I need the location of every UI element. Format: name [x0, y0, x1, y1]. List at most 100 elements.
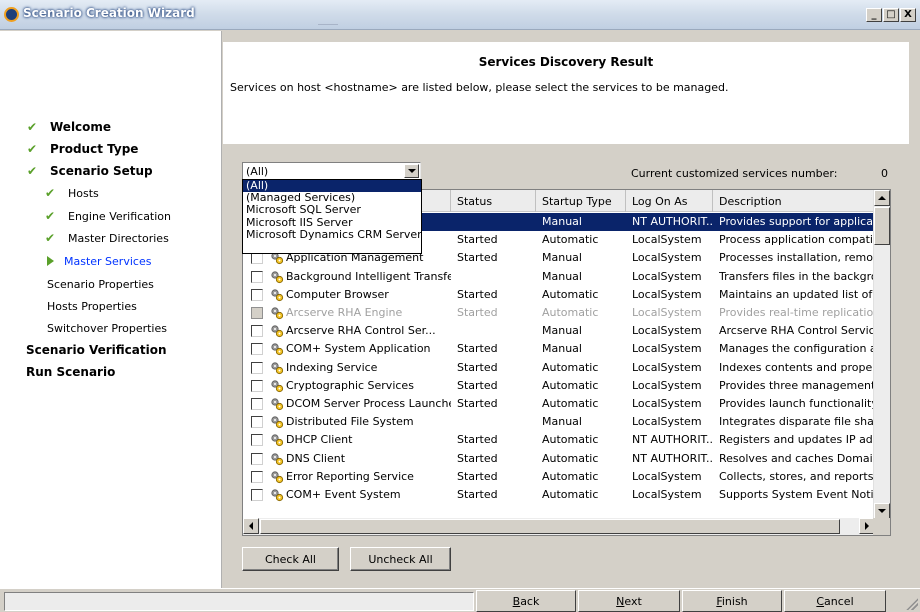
- arrow-left-icon: [249, 522, 253, 530]
- service-row[interactable]: DCOM Server Process Launcher Started Autom…: [243, 395, 875, 413]
- back-button[interactable]: Back: [476, 590, 576, 612]
- service-row[interactable]: Distributed File System Manual LocalSystem…: [243, 413, 875, 431]
- filter-option[interactable]: Microsoft IIS Server: [243, 216, 421, 229]
- cell-desc: Provides launch functionality for: [719, 397, 875, 410]
- arrow-up-icon: [878, 196, 886, 200]
- service-row[interactable]: COM+ System Application Started Manual Loca…: [243, 340, 875, 358]
- service-row[interactable]: Indexing Service Started Automatic LocalSys…: [243, 359, 875, 377]
- maximize-button[interactable]: □: [883, 8, 899, 22]
- cell-status: Started: [457, 397, 498, 410]
- column-header-status[interactable]: Status: [451, 190, 536, 212]
- service-gear-icon: [270, 470, 284, 484]
- minimize-button[interactable]: _: [866, 8, 882, 22]
- step-label: Product Type: [50, 142, 139, 156]
- dropdown-arrow-button[interactable]: [404, 164, 419, 178]
- service-row[interactable]: DHCP Client Started Automatic NT AUTHORIT..…: [243, 431, 875, 449]
- uncheck-all-button[interactable]: Uncheck All: [350, 547, 451, 571]
- cell-startup: Automatic: [542, 378, 599, 392]
- step-scenario-setup[interactable]: ✔ Scenario Setup: [24, 161, 153, 181]
- service-checkbox[interactable]: [251, 379, 263, 392]
- service-checkbox[interactable]: [251, 288, 263, 301]
- service-row[interactable]: Cryptographic Services Started Automatic Lo…: [243, 377, 875, 395]
- finish-button[interactable]: Finish: [682, 590, 782, 612]
- service-checkbox[interactable]: [251, 434, 263, 447]
- service-row[interactable]: Error Reporting Service Started Automatic L…: [243, 468, 875, 486]
- step-label: Engine Verification: [68, 209, 172, 223]
- service-checkbox[interactable]: [251, 398, 263, 410]
- service-checkbox[interactable]: [251, 489, 263, 501]
- cell-startup: Automatic: [542, 397, 599, 410]
- cell-logon: LocalSystem: [632, 415, 702, 429]
- column-header-log-on-as[interactable]: Log On As: [626, 190, 713, 212]
- service-filter-dropdown: (All) (Managed Services) Microsoft SQL Ser…: [242, 179, 422, 254]
- vertical-scrollbar[interactable]: [873, 190, 890, 519]
- filter-option[interactable]: Microsoft Dynamics CRM Server: [243, 228, 422, 241]
- service-checkbox[interactable]: [251, 343, 263, 356]
- cancel-button[interactable]: Cancel: [784, 590, 886, 612]
- filter-option[interactable]: Microsoft SQL Server: [243, 204, 421, 216]
- next-button[interactable]: Next: [578, 590, 680, 612]
- service-row[interactable]: DNS Client Started Automatic NT AUTHORIT...…: [243, 450, 875, 468]
- service-row[interactable]: COM+ Event System Started Automatic LocalSy…: [243, 486, 875, 504]
- cell-desc: Transfers files in the background: [719, 269, 875, 283]
- column-header-description[interactable]: Description: [713, 190, 875, 212]
- cell-name: Distributed File System: [286, 415, 414, 429]
- cell-logon: NT AUTHORIT...: [632, 451, 713, 465]
- service-checkbox[interactable]: [251, 270, 263, 283]
- step-engine-verification[interactable]: ✔ Engine Verification: [42, 206, 171, 226]
- wizard-steps-sidebar: ✔ Welcome ✔ Product Type ✔ Scenario Setup ✔ Hos…: [0, 31, 222, 588]
- service-row[interactable]: Arcserve RHA Engine Started Automatic Local…: [243, 304, 875, 322]
- scroll-down-button[interactable]: [874, 503, 890, 519]
- step-label: Scenario Verification: [26, 343, 167, 357]
- service-checkbox[interactable]: [251, 452, 263, 465]
- horizontal-scroll-thumb[interactable]: [260, 519, 840, 534]
- service-checkbox[interactable]: [251, 361, 263, 374]
- service-checkbox[interactable]: [251, 470, 263, 483]
- column-header-startup-type[interactable]: Startup Type: [536, 190, 626, 212]
- resize-grip-icon[interactable]: [906, 598, 918, 610]
- step-label: Hosts Properties: [47, 299, 137, 313]
- cell-desc: Provides real-time replication an: [719, 306, 875, 319]
- horizontal-scrollbar[interactable]: [243, 518, 875, 535]
- step-product-type[interactable]: ✔ Product Type: [24, 139, 138, 159]
- step-label: Hosts: [68, 186, 99, 200]
- checkmark-icon: ✔: [26, 142, 38, 156]
- cell-logon: LocalSystem: [632, 269, 702, 283]
- service-row[interactable]: Arcserve RHA Control Ser... Manual LocalSy…: [243, 322, 875, 340]
- title-bar: Scenario Creation Wizard _ □ X: [0, 0, 920, 30]
- page-header: Services Discovery Result Services on ho…: [223, 42, 909, 144]
- scroll-corner: [873, 518, 890, 535]
- cell-name: Cryptographic Services: [286, 378, 414, 392]
- service-checkbox: [251, 307, 263, 319]
- cell-name: DCOM Server Process Launcher: [286, 397, 451, 410]
- service-gear-icon: [270, 397, 284, 411]
- vertical-scroll-thumb[interactable]: [874, 207, 890, 245]
- step-master-directories[interactable]: ✔ Master Directories: [42, 228, 169, 248]
- service-row[interactable]: Background Intelligent Transfer ... Manua…: [243, 268, 875, 286]
- scroll-left-button[interactable]: [243, 518, 259, 534]
- cell-name: Computer Browser: [286, 287, 389, 301]
- step-run-scenario[interactable]: Run Scenario: [26, 362, 115, 382]
- close-button[interactable]: X: [900, 8, 916, 22]
- step-hosts-properties[interactable]: Hosts Properties: [47, 296, 137, 316]
- service-checkbox[interactable]: [251, 325, 263, 338]
- cell-logon: LocalSystem: [632, 488, 702, 501]
- service-row[interactable]: Computer Browser Started Automatic LocalSys…: [243, 286, 875, 304]
- step-welcome[interactable]: ✔ Welcome: [24, 117, 111, 137]
- step-master-services[interactable]: Master Services: [42, 251, 151, 271]
- scroll-up-button[interactable]: [874, 190, 890, 206]
- service-filter-value: (All): [246, 165, 269, 178]
- step-scenario-verification[interactable]: Scenario Verification: [26, 340, 167, 360]
- step-hosts[interactable]: ✔ Hosts: [42, 183, 99, 203]
- cell-desc: Collects, stores, and reports une: [719, 469, 875, 483]
- cell-status: Started: [457, 469, 498, 483]
- step-switchover-properties[interactable]: Switchover Properties: [47, 318, 167, 338]
- step-scenario-properties[interactable]: Scenario Properties: [47, 274, 154, 294]
- check-all-button[interactable]: Check All: [242, 547, 339, 571]
- service-gear-icon: [270, 342, 284, 356]
- cell-startup: Manual: [542, 324, 582, 338]
- service-checkbox[interactable]: [251, 252, 263, 265]
- service-filter-select[interactable]: (All): [242, 162, 421, 180]
- service-checkbox[interactable]: [251, 416, 263, 429]
- cell-logon: LocalSystem: [632, 251, 702, 265]
